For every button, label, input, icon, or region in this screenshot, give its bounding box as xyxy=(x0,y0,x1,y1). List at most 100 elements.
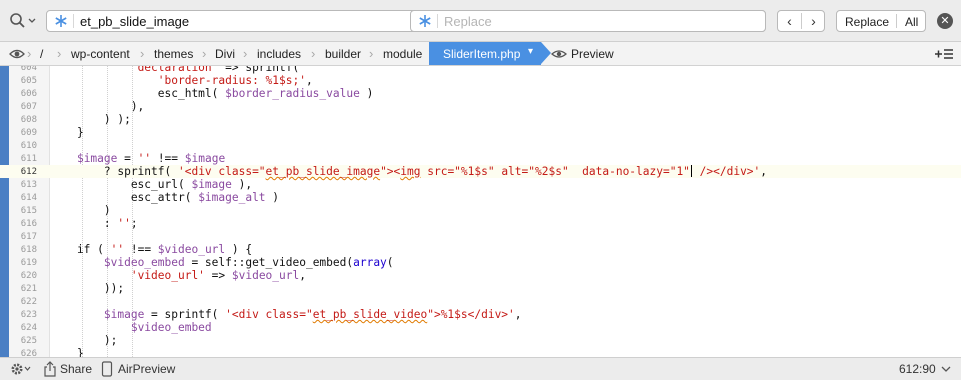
code-text[interactable]: $image = '' !== $image xyxy=(50,152,225,165)
code-line[interactable]: 622 xyxy=(0,295,961,308)
code-line[interactable]: 605 'border-radius: %1$s;', xyxy=(0,74,961,87)
code-line[interactable]: 620 'video_url' => $video_url, xyxy=(0,269,961,282)
line-number: 622 xyxy=(20,297,37,307)
code-line[interactable]: 619 $video_embed = self::get_video_embed… xyxy=(0,256,961,269)
line-number: 618 xyxy=(20,245,37,255)
device-icon[interactable] xyxy=(101,361,113,380)
code-line[interactable]: 621 )); xyxy=(0,282,961,295)
gear-icon[interactable] xyxy=(10,361,32,380)
code-line[interactable]: 617 xyxy=(0,230,961,243)
breadcrumb-root[interactable]: / xyxy=(40,47,43,61)
line-number: 621 xyxy=(20,284,37,294)
code-line[interactable]: 623 $image = sprintf( '<div class="et_pb… xyxy=(0,308,961,321)
code-line[interactable]: 610 xyxy=(0,139,961,152)
code-text[interactable]: esc_attr( $image_alt ) xyxy=(50,191,279,204)
code-line[interactable]: 613 esc_url( $image ), xyxy=(0,178,961,191)
code-line[interactable]: 614 esc_attr( $image_alt ) xyxy=(0,191,961,204)
line-number: 626 xyxy=(20,349,37,357)
cursor-position: 612:90 xyxy=(899,362,936,376)
code-line[interactable]: 626 } xyxy=(0,347,961,357)
replace-input[interactable]: Replace xyxy=(444,14,492,29)
breadcrumb-item-wp-content[interactable]: wp-content xyxy=(71,47,130,61)
line-number: 614 xyxy=(20,193,37,203)
breadcrumb-item-module[interactable]: module xyxy=(383,47,422,61)
code-text[interactable]: ), xyxy=(50,100,144,113)
breadcrumb-item-includes[interactable]: includes xyxy=(257,47,301,61)
breadcrumb: › / › wp-content › themes › Divi › inclu… xyxy=(0,42,961,66)
code-text[interactable]: 'declaration' => sprintf( xyxy=(50,66,299,74)
regex-option-icon[interactable] xyxy=(417,13,433,29)
code-text[interactable]: esc_url( $image ), xyxy=(50,178,252,191)
chevron-down-icon[interactable] xyxy=(940,362,952,377)
line-number: 625 xyxy=(20,336,37,346)
code-line[interactable]: 625 ); xyxy=(0,334,961,347)
code-line[interactable]: 608 ) ); xyxy=(0,113,961,126)
breadcrumb-active-file[interactable]: SliderItem.php ▾ xyxy=(429,42,551,65)
chevron-right-icon: › xyxy=(243,46,248,61)
line-number: 611 xyxy=(20,154,37,164)
code-text[interactable]: $image = sprintf( '<div class="et_pb_sli… xyxy=(50,308,522,321)
chevron-right-icon: › xyxy=(202,46,207,61)
code-line[interactable]: 611 $image = '' !== $image xyxy=(0,152,961,165)
line-number: 616 xyxy=(20,219,37,229)
eye-icon[interactable] xyxy=(551,48,567,63)
line-number: 605 xyxy=(20,76,37,86)
next-match-button[interactable]: › xyxy=(802,11,825,31)
code-line[interactable]: 615 ) xyxy=(0,204,961,217)
replace-field[interactable]: Replace xyxy=(410,10,766,32)
code-line[interactable]: 612 ? sprintf( '<div class="et_pb_slide_… xyxy=(0,165,961,178)
code-line[interactable]: 618 if ( '' !== $video_url ) { xyxy=(0,243,961,256)
code-editor[interactable]: 604 'declaration' => sprintf(605 'border… xyxy=(0,66,961,357)
line-number: 615 xyxy=(20,206,37,216)
code-text[interactable]: if ( '' !== $video_url ) { xyxy=(50,243,252,256)
close-find-button[interactable]: ✕ xyxy=(937,13,953,29)
code-text[interactable]: } xyxy=(50,126,84,139)
code-text[interactable]: ) xyxy=(50,204,111,217)
code-text[interactable]: ? sprintf( '<div class="et_pb_slide_imag… xyxy=(50,165,767,178)
code-line[interactable]: 604 'declaration' => sprintf( xyxy=(0,66,961,74)
line-number: 610 xyxy=(20,141,37,151)
line-number: 619 xyxy=(20,258,37,268)
list-icon[interactable] xyxy=(934,47,954,64)
code-text[interactable]: : ''; xyxy=(50,217,138,230)
find-input[interactable]: et_pb_slide_image xyxy=(80,14,189,29)
line-number: 609 xyxy=(20,128,37,138)
line-number: 623 xyxy=(20,310,37,320)
active-file-label: SliderItem.php xyxy=(443,47,521,61)
find-bar: et_pb_slide_image Replace ‹ › Replace Al… xyxy=(0,0,961,42)
find-navigation: ‹ › xyxy=(777,10,825,32)
code-line[interactable]: 609 } xyxy=(0,126,961,139)
previous-match-button[interactable]: ‹ xyxy=(778,11,801,31)
code-text[interactable]: esc_html( $border_radius_value ) xyxy=(50,87,374,100)
breadcrumb-item-divi[interactable]: Divi xyxy=(215,47,235,61)
replace-buttons: Replace All xyxy=(836,10,926,32)
code-line[interactable]: 616 : ''; xyxy=(0,217,961,230)
code-text[interactable]: $video_embed = self::get_video_embed(arr… xyxy=(50,256,394,269)
preview-button[interactable]: Preview xyxy=(571,47,614,61)
airpreview-button[interactable]: AirPreview xyxy=(118,362,175,376)
replace-button[interactable]: Replace xyxy=(845,15,889,29)
chevron-right-icon: › xyxy=(311,46,316,61)
breadcrumb-item-themes[interactable]: themes xyxy=(154,47,193,61)
chevron-down-icon: ▾ xyxy=(528,46,534,57)
chevron-right-icon: › xyxy=(27,46,32,61)
line-number: 612 xyxy=(20,167,37,177)
breadcrumb-item-builder[interactable]: builder xyxy=(325,47,361,61)
search-icon[interactable] xyxy=(9,11,37,31)
code-text[interactable]: } xyxy=(50,347,84,357)
code-text[interactable]: ); xyxy=(50,334,117,347)
share-icon[interactable] xyxy=(43,361,57,380)
code-line[interactable]: 624 $video_embed xyxy=(0,321,961,334)
code-line[interactable]: 606 esc_html( $border_radius_value ) xyxy=(0,87,961,100)
code-text[interactable]: $video_embed xyxy=(50,321,212,334)
code-text[interactable]: ) ); xyxy=(50,113,131,126)
eye-icon[interactable] xyxy=(9,47,25,64)
code-text[interactable]: 'border-radius: %1$s;', xyxy=(50,74,313,87)
code-line[interactable]: 607 ), xyxy=(0,100,961,113)
chevron-right-icon: › xyxy=(57,46,62,61)
share-button[interactable]: Share xyxy=(60,362,92,376)
code-text[interactable]: )); xyxy=(50,282,124,295)
replace-all-button[interactable]: All xyxy=(905,15,918,29)
regex-option-icon[interactable] xyxy=(53,13,69,29)
code-text[interactable]: 'video_url' => $video_url, xyxy=(50,269,306,282)
